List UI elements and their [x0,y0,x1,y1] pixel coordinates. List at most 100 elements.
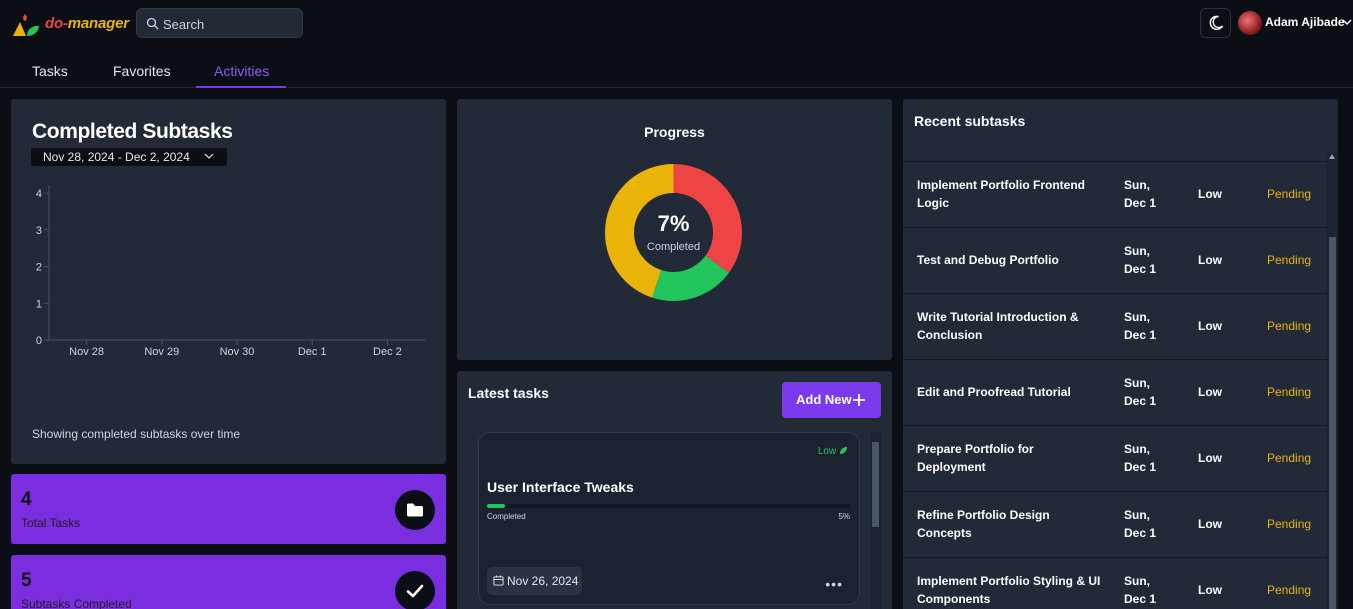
stat-icon-circle [395,571,435,609]
subtask-day-date: Dec 1 [1124,328,1157,342]
latest-tasks-card: Latest tasks Add New Low User Interface … [457,371,892,609]
subtask-priority: Low [1198,451,1222,465]
brand-prefix: do- [45,15,68,32]
task-date-label: Nov 26, 2024 [507,574,579,588]
subtask-day: Sun, [1124,178,1150,192]
leaf-icon [839,446,848,455]
subtask-priority: Low [1198,319,1222,333]
subtask-name: Write Tutorial Introduction & Conclusion [917,310,1079,342]
brand-name[interactable]: do-manager [45,15,129,32]
subtask-priority: Low [1198,583,1222,597]
progress-label: Completed [646,241,701,253]
x-tick-label: Dec 1 [298,346,327,358]
y-tick-label: 4 [36,188,42,200]
subtask-day: Sun, [1124,310,1150,324]
subtask-row[interactable]: Write Tutorial Introduction & Conclusion… [903,294,1327,360]
subtask-priority: Low [1198,517,1222,531]
scrollbar-thumb[interactable] [1329,237,1336,609]
subtask-day-date: Dec 1 [1124,196,1157,210]
plus-icon [853,394,865,406]
search-box[interactable] [136,8,303,38]
subtask-row[interactable]: Refine Portfolio Design Concepts Sun, Dec … [903,492,1327,558]
subtask-day-date: Dec 1 [1124,592,1157,606]
subtask-status: Pending [1267,253,1312,267]
progress-percent: 5% [838,512,850,521]
subtask-name: Refine Portfolio Design Concepts [917,508,1050,540]
y-tick-label: 0 [36,335,42,347]
completed-subtasks-card: Completed Subtasks Nov 28, 2024 - Dec 2,… [11,99,446,464]
add-new-button[interactable]: Add New [782,382,881,418]
theme-toggle-button[interactable] [1200,8,1231,38]
search-input[interactable] [163,15,298,33]
subtasks-completed-card[interactable]: 5 Subtasks Completed [11,555,446,609]
brand-suffix: manager [67,15,129,32]
folder-icon [407,503,423,517]
card-title: Completed Subtasks [32,120,233,143]
tab-bar: Tasks Favorites Activities [0,50,1353,88]
scrollbar[interactable] [871,432,881,609]
subtask-row[interactable]: Prepare Portfolio for Deployment Sun, Dec … [903,426,1327,492]
subtask-name: Test and Debug Portfolio [917,253,1059,267]
check-icon [406,584,424,598]
top-bar: do-manager Adam Ajibade [0,0,1353,46]
total-tasks-card[interactable]: 4 Total Tasks [11,474,446,544]
chart-caption: Showing completed subtasks over time [32,427,241,441]
subtask-name: Edit and Proofread Tutorial [917,385,1071,399]
stat-value: 4 [21,489,32,510]
subtask-day-date: Dec 1 [1124,526,1157,540]
subtask-status: Pending [1267,187,1312,201]
stat-label: Total Tasks [21,516,81,530]
tab-tasks[interactable]: Tasks [32,63,68,79]
card-title: Latest tasks [468,385,549,401]
y-tick-label: 3 [36,225,42,237]
date-range-picker[interactable]: Nov 28, 2024 - Dec 2, 2024 [31,148,227,166]
priority-badge: Low [818,446,848,457]
avatar[interactable] [1238,11,1262,35]
task-card[interactable]: Low User Interface Tweaks Completed 5% N… [478,432,860,605]
tab-favorites[interactable]: Favorites [113,63,171,79]
task-date: Nov 26, 2024 [487,567,582,595]
scrollbar[interactable] [1327,153,1338,609]
more-options-icon[interactable]: ••• [825,576,843,592]
subtask-day-date: Dec 1 [1124,394,1157,408]
stat-value: 5 [21,570,32,591]
subtask-row[interactable]: Edit and Proofread Tutorial Sun, Dec 1 Low P… [903,360,1327,426]
user-name[interactable]: Adam Ajibade [1265,15,1345,29]
progress-bar [487,504,851,508]
progress-card: Progress 7% Completed [457,99,892,360]
logo-icon [13,14,39,36]
subtask-date: Sun, Dec 1 [1124,308,1174,344]
active-tab-indicator [196,86,286,88]
recent-subtasks-card: Recent subtasks Implement Portfolio Fron… [903,99,1338,609]
tab-activities[interactable]: Activities [214,63,269,79]
x-tick-label: Nov 30 [220,346,255,358]
subtask-date: Sun, Dec 1 [1124,176,1174,212]
y-tick-label: 2 [36,262,42,274]
subtask-day: Sun, [1124,442,1150,456]
subtask-date: Sun, Dec 1 [1124,440,1174,476]
subtask-row[interactable]: Test and Debug Portfolio Sun, Dec 1 Low Pend… [903,228,1327,294]
stat-label: Subtasks Completed [21,597,132,609]
subtask-date: Sun, Dec 1 [1124,506,1174,542]
subtask-priority: Low [1198,253,1222,267]
scrollbar-thumb[interactable] [872,442,879,527]
subtask-row[interactable]: Implement Portfolio Frontend Logic Sun, De… [903,162,1327,228]
scroll-up-arrow-icon[interactable] [1329,154,1335,159]
recent-subtasks-list: Implement Portfolio Frontend Logic Sun, De… [903,161,1327,609]
subtask-day: Sun, [1124,508,1150,522]
subtask-status: Pending [1267,385,1312,399]
date-range-label: Nov 28, 2024 - Dec 2, 2024 [43,150,190,164]
chevron-down-icon [204,153,214,159]
calendar-icon [493,575,504,586]
subtask-status: Pending [1267,319,1312,333]
chevron-down-icon[interactable] [1342,19,1352,25]
subtask-date: Sun, Dec 1 [1124,572,1174,608]
search-icon [146,17,159,30]
subtask-date: Sun, Dec 1 [1124,374,1174,410]
subtask-row[interactable]: Implement Portfolio Styling & UI Compone… [903,558,1327,609]
subtask-status: Pending [1267,583,1312,597]
subtask-day: Sun, [1124,376,1150,390]
x-tick-label: Nov 29 [144,346,179,358]
progress-percent: 7% [657,211,690,236]
x-tick-label: Dec 2 [373,346,402,358]
